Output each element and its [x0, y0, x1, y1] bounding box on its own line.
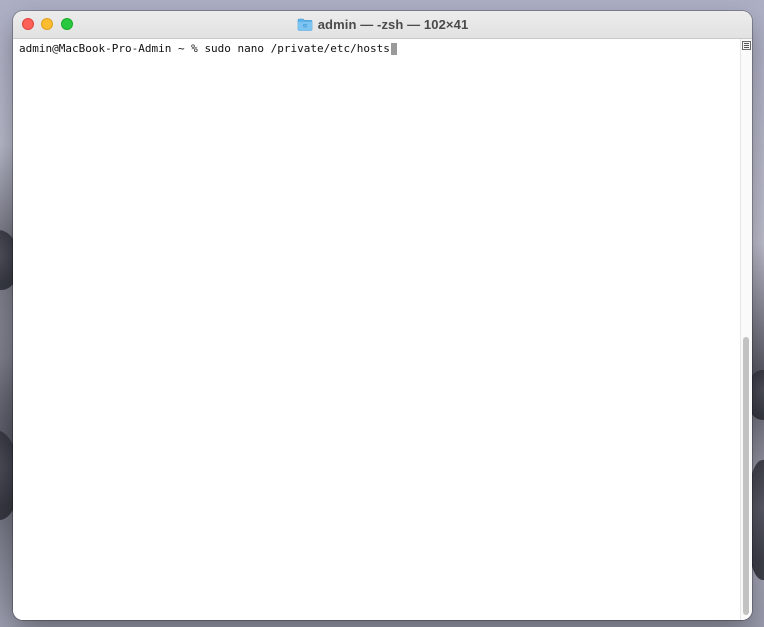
shell-prompt: admin@MacBook-Pro-Admin ~ % [19, 42, 205, 55]
marks-line [744, 43, 749, 44]
window-title-group: admin — -zsh — 102×41 [13, 11, 752, 38]
command-line: admin@MacBook-Pro-Admin ~ % sudo nano /p… [19, 42, 397, 55]
text-cursor [390, 42, 397, 55]
vertical-scrollbar[interactable] [740, 39, 752, 620]
title-bar[interactable]: admin — -zsh — 102×41 [13, 11, 752, 39]
terminal-window: admin — -zsh — 102×41 admin@MacBook-Pro-… [13, 11, 752, 620]
marks-list-icon[interactable] [742, 41, 751, 50]
marks-line [744, 45, 749, 46]
scroll-thumb[interactable] [743, 337, 749, 615]
folder-icon [297, 18, 313, 31]
marks-line [744, 47, 749, 48]
window-title: admin — -zsh — 102×41 [317, 17, 469, 32]
terminal-content[interactable]: admin@MacBook-Pro-Admin ~ % sudo nano /p… [13, 39, 740, 620]
typed-command: sudo nano /private/etc/hosts [204, 42, 390, 55]
